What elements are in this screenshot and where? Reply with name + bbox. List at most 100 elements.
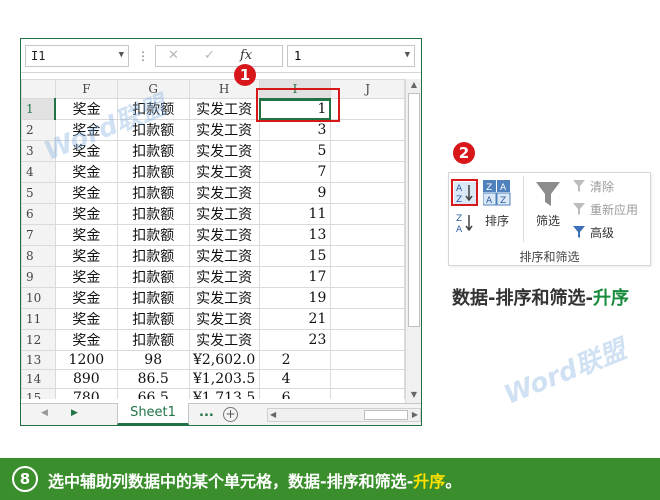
cell-f[interactable]: 奖金: [54, 329, 118, 351]
cell-j[interactable]: [330, 203, 405, 225]
cell-g[interactable]: 扣款额: [116, 182, 190, 204]
cell-g[interactable]: 扣款额: [116, 329, 190, 351]
cell-h[interactable]: 实发工资: [188, 98, 260, 120]
formula-input[interactable]: 1 ▼: [287, 45, 415, 67]
cell-i[interactable]: 7: [258, 161, 332, 183]
row-header[interactable]: 9: [21, 266, 56, 288]
cell-g[interactable]: 扣款额: [116, 245, 190, 267]
cell-i[interactable]: 17: [258, 266, 332, 288]
row-header[interactable]: 5: [21, 182, 56, 204]
cell-i[interactable]: 5: [258, 140, 332, 162]
filter-icon[interactable]: [534, 180, 562, 208]
cell-g[interactable]: 98: [116, 350, 190, 370]
sort-button-label[interactable]: 排序: [485, 212, 509, 229]
add-sheet-icon[interactable]: +: [223, 407, 238, 422]
cell-g[interactable]: 扣款额: [116, 266, 190, 288]
cell-h[interactable]: 实发工资: [188, 119, 260, 141]
cell-i[interactable]: 19: [258, 287, 332, 309]
next-sheet-icon[interactable]: ▶: [71, 408, 78, 418]
scroll-left-icon[interactable]: ◀: [270, 410, 276, 419]
sheet-tab-sheet1[interactable]: Sheet1: [117, 403, 189, 425]
cell-i[interactable]: 3: [258, 119, 332, 141]
cell-i[interactable]: 2: [258, 350, 332, 370]
cell-h[interactable]: 实发工资: [188, 245, 260, 267]
vertical-scrollbar[interactable]: ▲ ▼: [405, 79, 421, 404]
advanced-button-label[interactable]: 高级: [590, 224, 614, 241]
cell-g[interactable]: 扣款额: [116, 140, 190, 162]
cell-h[interactable]: 实发工资: [188, 203, 260, 225]
chevron-down-icon[interactable]: ▼: [119, 50, 124, 60]
cell-g[interactable]: 扣款额: [116, 224, 190, 246]
prev-sheet-icon[interactable]: ◀: [41, 408, 48, 418]
cell-j[interactable]: [330, 287, 405, 309]
cell-f[interactable]: 奖金: [54, 203, 118, 225]
scroll-down-icon[interactable]: ▼: [408, 390, 420, 402]
row-header[interactable]: 7: [21, 224, 56, 246]
cell-i[interactable]: 4: [258, 369, 332, 389]
cell-h[interactable]: 实发工资: [188, 224, 260, 246]
chevron-down-icon[interactable]: ▼: [405, 50, 410, 60]
scroll-thumb[interactable]: [408, 93, 420, 327]
row-header[interactable]: 1: [21, 98, 57, 120]
cell-j[interactable]: [330, 350, 405, 370]
advanced-filter-icon[interactable]: [572, 225, 586, 239]
cell-h[interactable]: 实发工资: [188, 182, 260, 204]
cell-g[interactable]: 扣款额: [116, 161, 190, 183]
enter-icon[interactable]: ✓: [204, 48, 215, 63]
cell-j[interactable]: [330, 369, 405, 389]
cancel-icon[interactable]: ✕: [168, 48, 179, 63]
row-header[interactable]: 10: [21, 287, 56, 309]
cell-g[interactable]: 扣款额: [116, 308, 190, 330]
row-header[interactable]: 6: [21, 203, 56, 225]
cell-g[interactable]: 86.5: [116, 369, 190, 389]
cell-j[interactable]: [330, 245, 405, 267]
column-header-j[interactable]: J: [330, 79, 405, 99]
cell-i[interactable]: 6: [258, 388, 332, 399]
cell-i[interactable]: 11: [258, 203, 332, 225]
cell-j[interactable]: [330, 329, 405, 351]
row-header[interactable]: 15: [21, 388, 56, 399]
insert-function-icon[interactable]: fx: [240, 48, 252, 63]
cell-h[interactable]: 实发工资: [188, 161, 260, 183]
cell-f[interactable]: 奖金: [54, 266, 118, 288]
cell-j[interactable]: [330, 161, 405, 183]
cell-g[interactable]: 扣款额: [116, 287, 190, 309]
cell-g[interactable]: 扣款额: [116, 203, 190, 225]
row-header[interactable]: 13: [21, 350, 56, 370]
row-header[interactable]: 12: [21, 329, 56, 351]
cell-h[interactable]: 实发工资: [188, 329, 260, 351]
cell-f[interactable]: 890: [54, 369, 118, 389]
row-header[interactable]: 8: [21, 245, 56, 267]
column-header-f[interactable]: F: [54, 79, 118, 99]
cell-j[interactable]: [330, 308, 405, 330]
cell-h[interactable]: ¥1,713.5: [188, 388, 260, 399]
cell-f[interactable]: 奖金: [54, 245, 118, 267]
custom-sort-icon[interactable]: Z A A Z: [483, 180, 511, 206]
cell-j[interactable]: [330, 119, 405, 141]
cell-j[interactable]: [330, 140, 405, 162]
cell-f[interactable]: 奖金: [54, 161, 118, 183]
cell-h[interactable]: ¥2,602.0: [188, 350, 260, 370]
cell-f[interactable]: 奖金: [54, 308, 118, 330]
sort-descending-icon[interactable]: Z A: [454, 212, 476, 234]
cell-h[interactable]: ¥1,203.5: [188, 369, 260, 389]
cell-f[interactable]: 1200: [54, 350, 118, 370]
cell-j[interactable]: [330, 224, 405, 246]
cell-i[interactable]: 15: [258, 245, 332, 267]
cell-i[interactable]: 9: [258, 182, 332, 204]
select-all-corner[interactable]: [21, 79, 56, 99]
cell-j[interactable]: [330, 266, 405, 288]
cell-f[interactable]: 奖金: [54, 224, 118, 246]
scroll-up-icon[interactable]: ▲: [408, 80, 420, 92]
cell-i[interactable]: 21: [258, 308, 332, 330]
horizontal-scroll-thumb[interactable]: [364, 410, 408, 420]
cell-f[interactable]: 奖金: [54, 182, 118, 204]
cell-h[interactable]: 实发工资: [188, 266, 260, 288]
cell-g[interactable]: 66.5: [116, 388, 190, 399]
cell-f[interactable]: 奖金: [54, 287, 118, 309]
cell-h[interactable]: 实发工资: [188, 140, 260, 162]
filter-button-label[interactable]: 筛选: [536, 212, 560, 229]
cell-h[interactable]: 实发工资: [188, 308, 260, 330]
cell-f[interactable]: 780: [54, 388, 118, 399]
scroll-right-icon[interactable]: ▶: [412, 410, 418, 419]
